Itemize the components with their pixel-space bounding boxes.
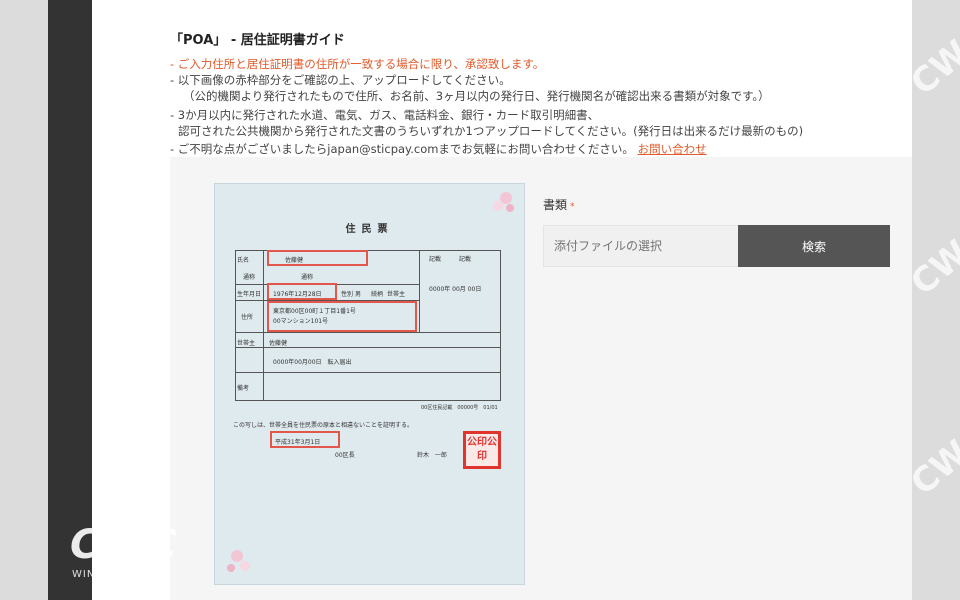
address-line-1: 東京都00区00町１丁目1番1号 — [273, 308, 356, 315]
right-col-label: 記載 — [459, 256, 472, 263]
document-type-label: 書類 * — [543, 196, 575, 213]
dark-side-bar — [48, 0, 92, 600]
document-type-text: 書類 — [543, 198, 568, 212]
guide-note-5: 認可された公共機関から発行された文書のうちいずれか1つアップロードしてください。… — [178, 124, 804, 138]
issuer: 00区長 — [335, 452, 355, 459]
date-right: 0000年 00月 00日 — [429, 286, 482, 293]
file-search-button[interactable]: 検索 — [738, 225, 890, 267]
cwc-logo: CASINO CWC WINNER'S CLUB — [66, 512, 196, 584]
remarks-label: 備考 — [237, 385, 250, 392]
sex-label: 性別 — [341, 291, 354, 298]
birth-label: 生年月日 — [237, 291, 262, 298]
issue-date: 平成31年3月1日 — [275, 439, 321, 446]
birth-date: 1976年12月28日 — [273, 291, 322, 298]
required-mark: * — [570, 202, 575, 212]
right-gutter: CWC CWC CWC — [903, 0, 960, 600]
flower-decoration-icon — [227, 550, 250, 572]
logo-winners-club-text: WINNER'S CLUB — [72, 569, 165, 580]
relation-value: 世帯主 — [387, 291, 406, 298]
logo-cwc-text: CWC — [70, 522, 179, 568]
sample-residence-certificate: 住民票 氏名 佐藤健 通称 通称 生年月日 1976年12月28日 性別 男 続… — [214, 183, 525, 585]
official-name: 鈴木 一郎 — [417, 452, 448, 459]
right-col-label: 記載 — [429, 256, 442, 263]
head-value: 佐藤健 — [269, 340, 288, 347]
document-footer-number: 00区住民記載 00000号 01/01 — [421, 405, 498, 411]
alias-value: 通称 — [301, 274, 314, 281]
moved-in-entry: 0000年00月00日 転入届出 — [273, 359, 352, 366]
contact-link[interactable]: お問い合わせ — [638, 142, 707, 156]
sex-value: 男 — [355, 291, 362, 298]
page-title: 「POA」 - 居住証明書ガイド — [170, 33, 345, 48]
alias-label: 通称 — [243, 274, 256, 281]
guide-note-6-text: - ご不明な点がございましたらjapan@sticpay.comまでお気軽にお問… — [170, 142, 634, 156]
file-select-input[interactable] — [543, 225, 738, 267]
left-gutter — [0, 0, 48, 600]
flower-decoration-icon — [493, 192, 514, 212]
document-title: 住民票 — [345, 224, 394, 235]
certification-text: この写しは、世帯全員を住民票の原本と相違ないことを証明する。 — [233, 422, 414, 429]
guide-note-2: - 以下画像の赤枠部分をご確認の上、アップロードしてください。 — [170, 73, 511, 87]
guide-note-4: - 3か月以内に発行された水道、電気、ガス、電話料金、銀行・カード取引明細書、 — [170, 108, 600, 122]
name-label: 氏名 — [237, 257, 250, 264]
official-seal-stamp: 公印公印 — [463, 431, 501, 469]
relation-label: 続柄 — [371, 291, 384, 298]
guide-note-6: - ご不明な点がございましたらjapan@sticpay.comまでお気軽にお問… — [170, 142, 707, 157]
address-label: 住所 — [241, 314, 254, 321]
head-label: 世帯主 — [237, 340, 256, 347]
guide-note-1: - ご入力住所と居住証明書の住所が一致する場合に限り、承認致します。 — [170, 57, 545, 71]
name-highlight — [267, 250, 368, 266]
address-line-2: 00マンション101号 — [273, 318, 329, 325]
guide-note-3: （公的機関より発行されたもので住所、お名前、3ヶ月以内の発行日、発行機関名が確認… — [183, 89, 770, 103]
resident-name: 佐藤健 — [285, 257, 304, 264]
